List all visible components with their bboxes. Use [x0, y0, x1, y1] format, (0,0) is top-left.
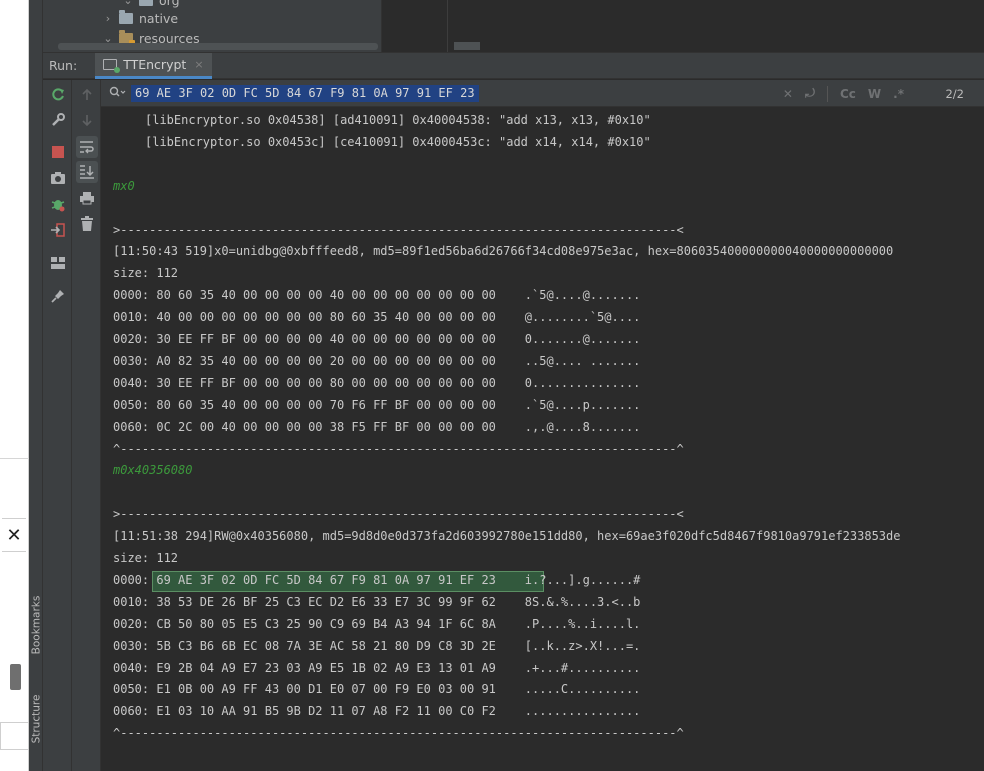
console-line: m0x40356080 — [113, 463, 193, 478]
bookmarks-tab-label: Bookmarks — [30, 595, 43, 655]
console-line: 0010: 40 00 00 00 00 00 00 00 80 60 35 4… — [113, 310, 641, 325]
project-tree: ⌄ org › native ⌄ resources — [43, 0, 381, 52]
console-line: [libEncryptor.so 0x0453c] [ce410091] 0x4… — [145, 134, 651, 149]
chevron-down-icon[interactable]: ⌄ — [123, 0, 133, 7]
camera-icon[interactable] — [47, 167, 69, 189]
console-line: 0010: 38 53 DE 26 BF 25 C3 EC D2 E6 33 E… — [113, 594, 641, 609]
stop-icon[interactable] — [47, 141, 69, 163]
folder-icon — [139, 0, 153, 6]
divider — [0, 458, 29, 459]
settings-wrench-icon[interactable] — [47, 109, 69, 131]
console-line: 0050: 80 60 35 40 00 00 00 00 70 F6 FF B… — [113, 397, 641, 412]
console-line: 0030: A0 82 35 40 00 00 00 00 20 00 00 0… — [113, 353, 641, 368]
close-icon[interactable]: ✕ — [2, 518, 26, 552]
print-icon[interactable] — [76, 187, 98, 209]
layout-icon[interactable] — [47, 252, 69, 274]
console-line: 0020: 30 EE FF BF 00 00 00 00 40 00 00 0… — [113, 332, 641, 346]
console-line: 0040: 30 EE FF BF 00 00 00 00 80 00 00 0… — [113, 375, 641, 390]
resources-folder-icon — [119, 29, 135, 46]
divider — [826, 85, 828, 102]
console-line: [libEncryptor.so 0x04538] [ad410091] 0x4… — [145, 113, 651, 127]
pin-icon[interactable] — [47, 285, 69, 307]
tab-ttencrypt[interactable]: TTEncrypt × — [95, 52, 212, 79]
rerun-icon[interactable] — [47, 84, 69, 106]
trash-icon[interactable] — [76, 213, 98, 235]
console-line: size: 112 — [113, 266, 179, 281]
folder-icon — [119, 9, 133, 24]
console-line: ^---------------------------------------… — [113, 726, 684, 741]
console-line: 0030: 5B C3 B6 6B EC 08 7A 3E AC 58 21 8… — [113, 638, 641, 653]
match-case-toggle[interactable]: Cc — [840, 87, 856, 101]
search-icon[interactable] — [109, 86, 131, 101]
scroll-to-end-icon[interactable] — [76, 161, 98, 183]
console-line: ^---------------------------------------… — [113, 441, 684, 456]
debug-bug-icon[interactable] — [47, 193, 69, 215]
console-line: size: 112 — [113, 551, 179, 565]
console-line: 0060: 0C 2C 00 40 00 00 00 00 38 F5 FF B… — [113, 419, 641, 434]
close-tab-icon[interactable]: × — [194, 58, 203, 71]
console-line: mx0 — [113, 178, 135, 193]
console-toolbar — [72, 80, 101, 771]
editor-scroll-thumb[interactable] — [454, 42, 480, 50]
run-label: Run: — [49, 58, 78, 73]
console-output[interactable]: [libEncryptor.so 0x04538] [ad410091] 0x4… — [101, 108, 984, 771]
background-window-strip: ✕ — [0, 0, 29, 771]
run-tool-window-header: Run: TTEncrypt × — [43, 52, 984, 79]
tree-item-label: native — [139, 10, 179, 26]
exit-icon[interactable] — [47, 219, 69, 241]
down-arrow-icon[interactable] — [76, 109, 98, 131]
console-line: [11:51:38 294]RW@0x40356080, md5=9d8d0e0… — [113, 529, 901, 544]
console-line: 0050: E1 0B 00 A9 FF 43 00 D1 E0 07 00 F… — [113, 682, 641, 697]
chevron-right-icon[interactable]: › — [103, 12, 113, 25]
soft-wrap-icon[interactable] — [76, 136, 98, 158]
side-tool-strip: Bookmarks Structure — [29, 0, 43, 771]
find-bar: 69 AE 3F 02 0D FC 5D 84 67 F9 81 0A 97 9… — [101, 80, 984, 107]
search-input[interactable]: 69 AE 3F 02 0D FC 5D 84 67 F9 81 0A 97 9… — [131, 84, 479, 102]
console-line: [11:50:43 519]x0=unidbg@0xbfffeed8, md5=… — [113, 244, 894, 259]
console-line: 0040: E9 2B 04 A9 E7 23 03 A9 E5 1B 02 A… — [113, 660, 641, 675]
tab-title: TTEncrypt — [123, 56, 187, 72]
bookmarks-tab[interactable]: Bookmarks — [29, 590, 43, 660]
console-line: 0000: 69 AE 3F 02 0D FC 5D 84 67 F9 81 0… — [113, 572, 641, 587]
console-line: 0000: 80 60 35 40 00 00 00 00 40 00 00 0… — [113, 288, 641, 303]
console-line: >---------------------------------------… — [113, 222, 684, 237]
structure-tab[interactable]: Structure — [29, 688, 43, 750]
horizontal-scrollbar[interactable] — [58, 43, 378, 50]
console-line: >---------------------------------------… — [113, 507, 684, 522]
match-count: 2/2 — [945, 86, 964, 101]
up-arrow-icon[interactable] — [76, 84, 98, 106]
new-line-icon[interactable]: ⤾ — [805, 86, 815, 101]
tree-item-native[interactable]: › native — [103, 8, 178, 28]
find-options: ✕ ⤾ Cc W .* — [783, 80, 904, 107]
regex-toggle[interactable]: .* — [893, 87, 904, 101]
clear-icon[interactable]: ✕ — [783, 87, 793, 101]
tree-item-label: org — [159, 0, 180, 8]
structure-tab-label: Structure — [30, 694, 43, 744]
scrollbar-thumb[interactable] — [10, 664, 21, 690]
input-field[interactable] — [0, 722, 29, 750]
console-line: 0020: CB 50 80 05 E5 C3 25 90 C9 69 B4 A… — [113, 616, 641, 631]
console-line: 0060: E1 03 10 AA 91 B5 9B D2 11 07 A8 F… — [113, 704, 641, 719]
editor-divider — [447, 0, 448, 52]
words-toggle[interactable]: W — [868, 87, 881, 101]
run-configuration-icon — [103, 58, 121, 73]
editor-area — [381, 0, 984, 52]
run-toolbar — [43, 80, 72, 771]
